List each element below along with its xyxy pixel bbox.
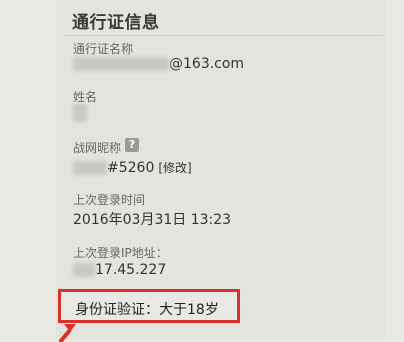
- nickname-label: 战网昵称: [73, 141, 122, 155]
- account-name-label: 通行证名称: [73, 42, 134, 56]
- title-divider: [63, 35, 383, 36]
- nickname-tag: #5260: [107, 160, 155, 176]
- redacted-email-blur: [73, 57, 169, 71]
- last-login-ip-label: 上次登录IP地址：: [73, 246, 168, 260]
- section-title: 通行证信息: [72, 13, 160, 33]
- ip-tail: 17.45.227: [95, 262, 167, 278]
- red-arrow-icon: [58, 324, 76, 342]
- last-login-time-label: 上次登录时间: [73, 193, 146, 207]
- nickname-value: #5260 [修改]: [73, 159, 192, 176]
- last-login-ip-value: 17.45.227: [73, 262, 166, 278]
- redacted-nickname-blur: [73, 161, 107, 175]
- last-login-time-value: 2016年03月31日 13:23: [73, 212, 232, 228]
- question-mark-icon[interactable]: ?: [125, 138, 139, 152]
- email-domain: @163.com: [169, 56, 245, 72]
- real-name-value: [73, 104, 87, 122]
- real-name-label: 姓名: [73, 90, 98, 104]
- account-name-value: @163.com: [73, 56, 244, 72]
- id-verification-status: 身份证验证：大于18岁: [75, 302, 219, 318]
- redacted-ip-blur: [73, 263, 95, 277]
- redacted-name-blur: [73, 104, 87, 122]
- id-verification-highlight: 身份证验证：大于18岁: [58, 289, 240, 323]
- edit-nickname-link[interactable]: [修改]: [158, 161, 191, 175]
